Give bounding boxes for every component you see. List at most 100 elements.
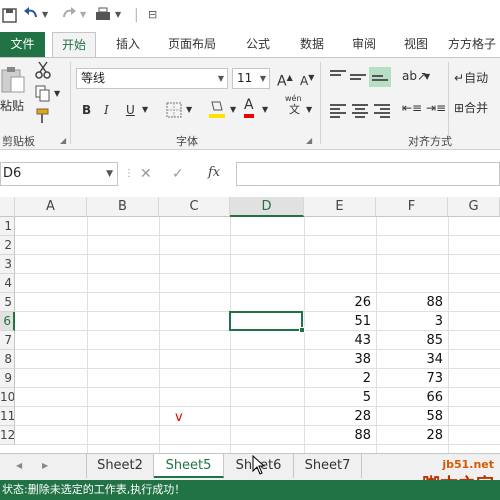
cell-e7[interactable]: 43	[304, 331, 376, 350]
sheet-tab-sheet2[interactable]: Sheet2	[86, 454, 154, 478]
italic-icon[interactable]: I	[104, 100, 109, 120]
save-icon[interactable]	[2, 4, 18, 26]
cell-e11[interactable]: 28	[304, 407, 376, 426]
row-header-3[interactable]: 3	[0, 255, 15, 274]
insert-function-icon[interactable]: fx	[208, 165, 220, 180]
column-header-d[interactable]: D	[230, 197, 304, 217]
tab-page-layout[interactable]: 页面布局	[160, 32, 224, 57]
cell-f7[interactable]: 85	[376, 331, 448, 350]
sheet-tab-sheet7[interactable]: Sheet7	[294, 454, 362, 478]
column-header-g[interactable]: G	[448, 197, 500, 217]
font-launcher-icon[interactable]: ◢	[306, 136, 312, 145]
border-icon[interactable]	[166, 102, 182, 124]
redo-icon[interactable]	[60, 4, 78, 26]
fill-handle[interactable]	[299, 327, 305, 333]
border-dropdown-icon[interactable]: ▼	[186, 100, 192, 120]
underline-dropdown-icon[interactable]: ▼	[142, 100, 148, 120]
cell-e12[interactable]: 88	[304, 426, 376, 445]
underline-icon[interactable]: U	[126, 100, 135, 120]
row-header-11[interactable]: 11	[0, 407, 15, 426]
cell-e6[interactable]: 51	[304, 312, 376, 331]
row-header-1[interactable]: 1	[0, 217, 15, 236]
row-header-2[interactable]: 2	[0, 236, 15, 255]
phonetic-dropdown-icon[interactable]: ▼	[306, 100, 312, 120]
redo-dropdown-icon[interactable]: ▼	[80, 4, 86, 26]
cell-f8[interactable]: 34	[376, 350, 448, 369]
tab-fangfanggezi[interactable]: 方方格子	[448, 32, 500, 57]
name-box[interactable]: D6 ▼	[0, 162, 118, 186]
column-header-e[interactable]: E	[304, 197, 376, 217]
column-header-b[interactable]: B	[87, 197, 159, 217]
column-header-c[interactable]: C	[159, 197, 230, 217]
scroll-left-icon[interactable]: ◀	[16, 461, 22, 470]
sheet-tab-sheet5[interactable]: Sheet5	[154, 454, 224, 478]
row-header-8[interactable]: 8	[0, 350, 15, 369]
column-header-f[interactable]: F	[376, 197, 448, 217]
undo-dropdown-icon[interactable]: ▼	[42, 4, 48, 26]
increase-indent-icon[interactable]: ⇥≡	[426, 98, 446, 118]
fill-color-icon[interactable]	[208, 98, 226, 126]
print-preview-icon[interactable]	[94, 4, 114, 26]
decrease-indent-icon[interactable]: ⇤≡	[402, 98, 422, 118]
customize-qat-icon[interactable]: ⊟	[148, 4, 157, 26]
row-header-7[interactable]: 7	[0, 331, 15, 350]
scroll-right-icon[interactable]: ▶	[42, 461, 48, 470]
align-left-icon[interactable]	[330, 104, 346, 118]
cell-f5[interactable]: 88	[376, 293, 448, 312]
enter-icon[interactable]: ✓	[172, 166, 184, 182]
row-header-9[interactable]: 9	[0, 369, 15, 388]
font-name-select[interactable]: 等线 ▼	[76, 68, 228, 89]
align-bottom-icon	[372, 71, 388, 85]
clipboard-launcher-icon[interactable]: ◢	[60, 136, 66, 145]
undo-icon[interactable]	[22, 4, 40, 26]
grid-line	[15, 273, 500, 274]
increase-font-icon[interactable]: A▲	[277, 68, 293, 92]
row-header-4[interactable]: 4	[0, 274, 15, 293]
tab-formulas[interactable]: 公式	[238, 32, 278, 57]
font-size-select[interactable]: 11 ▼	[232, 68, 270, 89]
tab-review[interactable]: 审阅	[344, 32, 384, 57]
align-top-icon[interactable]	[330, 70, 346, 84]
align-center-icon[interactable]	[352, 104, 368, 118]
cell-f10[interactable]: 66	[376, 388, 448, 407]
tab-view[interactable]: 视图	[396, 32, 436, 57]
wrap-text-button[interactable]: ↵自动	[454, 68, 488, 88]
copy-dropdown-icon[interactable]: ▼	[54, 84, 60, 104]
cell-f9[interactable]: 73	[376, 369, 448, 388]
tab-data[interactable]: 数据	[292, 32, 332, 57]
cancel-icon[interactable]: ✕	[140, 166, 152, 182]
row-header-12[interactable]: 12	[0, 426, 15, 445]
align-middle-icon[interactable]	[350, 70, 366, 84]
paste-button[interactable]: 粘贴	[0, 96, 24, 116]
active-cell-d6[interactable]	[229, 311, 305, 333]
cell-e10[interactable]: 5	[304, 388, 376, 407]
align-bottom-button[interactable]	[369, 67, 391, 87]
print-dropdown-icon[interactable]: ▼	[115, 4, 121, 26]
row-header-5[interactable]: 5	[0, 293, 15, 312]
bold-icon[interactable]: B	[82, 100, 91, 120]
orientation-dropdown-icon[interactable]: ▼	[424, 67, 430, 87]
formula-input[interactable]	[236, 162, 500, 186]
tab-insert[interactable]: 插入	[108, 32, 148, 57]
cell-e9[interactable]: 2	[304, 369, 376, 388]
column-header-a[interactable]: A	[15, 197, 87, 217]
row-header-10[interactable]: 10	[0, 388, 15, 407]
cell-e8[interactable]: 38	[304, 350, 376, 369]
paste-icon[interactable]	[0, 64, 26, 100]
tab-file[interactable]: 文件	[0, 32, 45, 57]
fill-color-dropdown-icon[interactable]: ▼	[230, 100, 236, 120]
cut-icon[interactable]	[34, 60, 52, 86]
select-all-corner[interactable]	[0, 197, 15, 217]
font-color-dropdown-icon[interactable]: ▼	[262, 100, 268, 120]
row-header-6[interactable]: 6	[0, 312, 15, 331]
tab-home[interactable]: 开始	[52, 32, 96, 57]
font-color-icon[interactable]: A	[244, 96, 254, 118]
cell-e5[interactable]: 26	[304, 293, 376, 312]
cell-f12[interactable]: 28	[376, 426, 448, 445]
merge-button[interactable]: ⊞合并	[454, 98, 488, 118]
format-painter-icon[interactable]	[34, 106, 52, 132]
cell-f11[interactable]: 58	[376, 407, 448, 426]
align-right-icon[interactable]	[374, 104, 390, 118]
cell-f6[interactable]: 3	[376, 312, 448, 331]
decrease-font-icon[interactable]: A▼	[300, 68, 314, 91]
